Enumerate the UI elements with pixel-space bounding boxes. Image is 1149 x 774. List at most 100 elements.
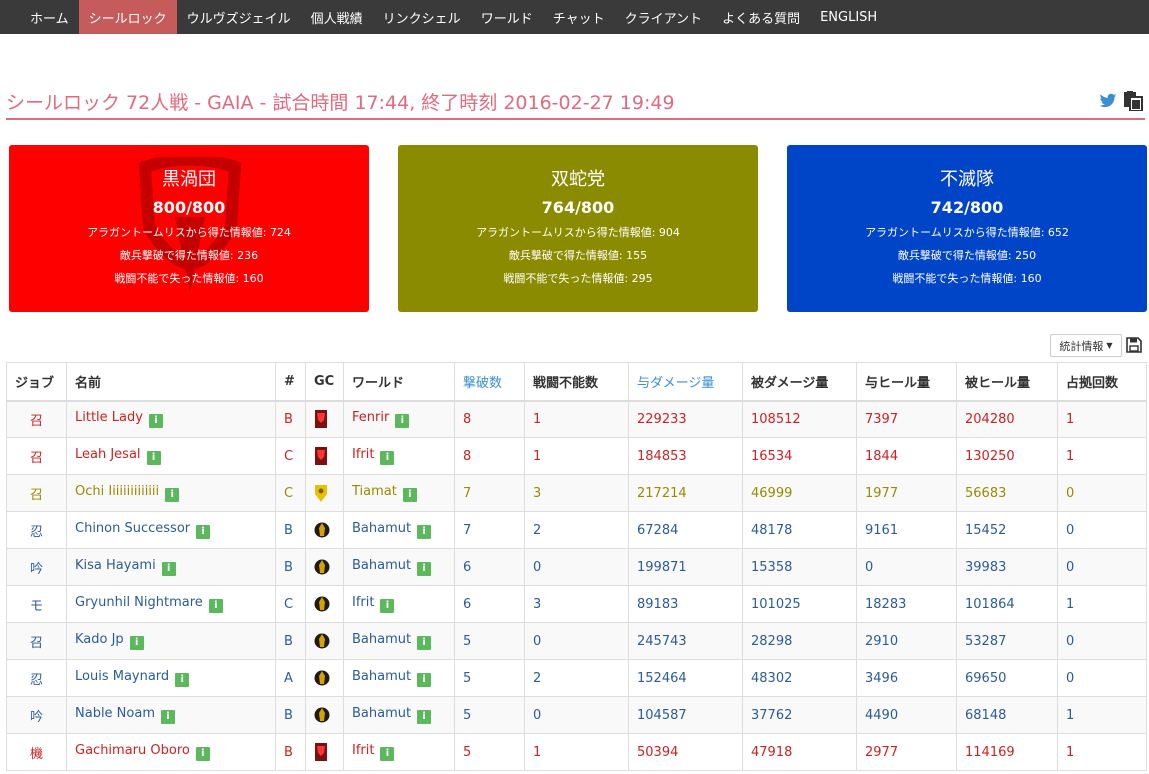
name-text[interactable]: Kado Jp (75, 632, 124, 647)
cell-name[interactable]: Kado Jp i (66, 622, 276, 660)
world-text[interactable]: Fenrir (352, 410, 389, 425)
cell-name[interactable]: Ochi Iiiiiiiiiiiiii i (66, 474, 276, 512)
info-icon[interactable]: i (417, 710, 432, 724)
cell-world[interactable]: Bahamut i (343, 622, 455, 660)
name-text[interactable]: Ochi Iiiiiiiiiiiiii (75, 484, 159, 499)
col-header-heal-dealt[interactable]: 与ヒール量 (856, 362, 957, 402)
info-icon[interactable]: i (146, 451, 161, 465)
cell-deaths: 2 (524, 659, 629, 697)
world-text[interactable]: Bahamut (352, 669, 411, 684)
cell-name[interactable]: Nable Noam i (66, 696, 276, 734)
nav-item-1[interactable]: シールロック (78, 0, 177, 34)
cell-name[interactable]: Louis Maynard i (66, 659, 276, 697)
name-text[interactable]: Kisa Hayami (75, 558, 156, 573)
cell-heal_dealt: 18283 (856, 585, 957, 623)
cell-kills: 6 (454, 548, 525, 586)
info-icon[interactable]: i (148, 414, 163, 429)
info-icon[interactable]: i (208, 599, 223, 613)
world-text[interactable]: Bahamut (352, 558, 411, 573)
nav-item-6[interactable]: チャット (543, 0, 615, 34)
info-icon[interactable]: i (161, 562, 176, 576)
info-icon[interactable]: i (380, 747, 395, 761)
world-text[interactable]: Ifrit (352, 447, 374, 462)
cell-deaths: 0 (524, 696, 629, 734)
col-header-party[interactable]: # (275, 362, 306, 402)
nav-item-5[interactable]: ワールド (471, 0, 543, 34)
name-text[interactable]: Leah Jesal (75, 447, 141, 462)
cell-world[interactable]: Tiamat i (343, 474, 455, 512)
cell-party: B (275, 622, 306, 660)
info-icon[interactable]: i (161, 710, 175, 724)
nav-item-4[interactable]: リンクシェル (373, 0, 471, 34)
cell-kills: 5 (454, 696, 525, 734)
info-icon[interactable]: i (380, 599, 395, 613)
nav-item-2[interactable]: ウルヴズジェイル (177, 0, 301, 34)
cell-world[interactable]: Bahamut i (343, 548, 455, 586)
info-icon[interactable]: i (175, 673, 190, 687)
cell-heal_taken: 68148 (956, 696, 1058, 734)
col-header-job[interactable]: ジョブ (6, 362, 67, 402)
col-header-deaths[interactable]: 戦闘不能数 (524, 362, 629, 402)
cell-world[interactable]: Ifrit i (343, 733, 455, 771)
cell-captures: 0 (1057, 622, 1147, 660)
name-text[interactable]: Gryunhil Nightmare (75, 595, 203, 610)
cell-world[interactable]: Bahamut i (343, 659, 455, 697)
col-header-world[interactable]: ワールド (343, 362, 455, 402)
col-header-captures[interactable]: 占拠回数 (1057, 362, 1147, 402)
info-icon[interactable]: i (417, 636, 432, 650)
col-header-name[interactable]: 名前 (66, 362, 276, 402)
name-text[interactable]: Gachimaru Oboro (75, 743, 190, 758)
world-text[interactable]: Bahamut (352, 632, 411, 647)
cell-name[interactable]: Gryunhil Nightmare i (66, 585, 276, 623)
cell-name[interactable]: Leah Jesal i (66, 437, 276, 475)
col-header-heal-taken[interactable]: 被ヒール量 (956, 362, 1058, 402)
name-text[interactable]: Chinon Successor (75, 521, 190, 536)
nav-item-3[interactable]: 個人戦績 (301, 0, 373, 34)
grand-company-flames-icon (314, 596, 330, 612)
clipboard-icon[interactable] (1123, 91, 1143, 111)
info-icon[interactable]: i (196, 525, 211, 539)
world-text[interactable]: Tiamat (352, 484, 397, 499)
table-row: モ Gryunhil Nightmare i C Ifrit i 6 3 89183 101025… (6, 585, 1147, 623)
team-stat-tomelith: アラガントームリスから得た情報値: 724 (87, 226, 291, 239)
nav-item-8[interactable]: よくある質問 (712, 0, 810, 34)
world-text[interactable]: Bahamut (352, 706, 411, 721)
cell-name[interactable]: Little Lady i (66, 400, 276, 438)
twitter-icon[interactable] (1099, 93, 1117, 109)
col-header-damage-dealt[interactable]: 与ダメージ量 (628, 362, 743, 402)
save-icon[interactable] (1126, 337, 1142, 357)
nav-item-0[interactable]: ホーム (20, 0, 79, 34)
world-text[interactable]: Bahamut (352, 521, 411, 536)
col-header-gc[interactable]: GC (305, 362, 344, 402)
name-text[interactable]: Louis Maynard (75, 669, 169, 684)
cell-name[interactable]: Chinon Successor i (66, 511, 276, 549)
info-icon[interactable]: i (165, 488, 180, 502)
info-icon[interactable]: i (402, 488, 417, 502)
cell-world[interactable]: Bahamut i (343, 696, 455, 734)
info-icon[interactable]: i (417, 562, 432, 576)
cell-dmg_taken: 15358 (742, 548, 857, 586)
info-icon[interactable]: i (417, 673, 432, 687)
info-icon[interactable]: i (195, 747, 210, 761)
cell-world[interactable]: Ifrit i (343, 437, 455, 475)
cell-world[interactable]: Ifrit i (343, 585, 455, 623)
name-text[interactable]: Little Lady (75, 410, 143, 425)
info-icon[interactable]: i (417, 525, 432, 539)
cell-world[interactable]: Fenrir i (343, 400, 455, 438)
cell-name[interactable]: Gachimaru Oboro i (66, 733, 276, 771)
name-text[interactable]: Nable Noam (75, 706, 155, 721)
col-header-damage-taken[interactable]: 被ダメージ量 (742, 362, 857, 402)
info-icon[interactable]: i (380, 451, 395, 465)
cell-world[interactable]: Bahamut i (343, 511, 455, 549)
col-header-kills[interactable]: 撃破数 (454, 362, 525, 402)
stats-dropdown[interactable]: 統計情報 ▼ (1050, 334, 1122, 357)
world-text[interactable]: Ifrit (352, 595, 374, 610)
info-icon[interactable]: i (129, 636, 144, 650)
info-icon[interactable]: i (395, 414, 410, 429)
cell-job: 召 (6, 474, 67, 512)
world-text[interactable]: Ifrit (352, 743, 374, 758)
nav-item-7[interactable]: クライアント (615, 0, 712, 34)
nav-item-9[interactable]: ENGLISH (810, 0, 887, 34)
cell-name[interactable]: Kisa Hayami i (66, 548, 276, 586)
team-name: 黒渦団 (162, 169, 216, 190)
